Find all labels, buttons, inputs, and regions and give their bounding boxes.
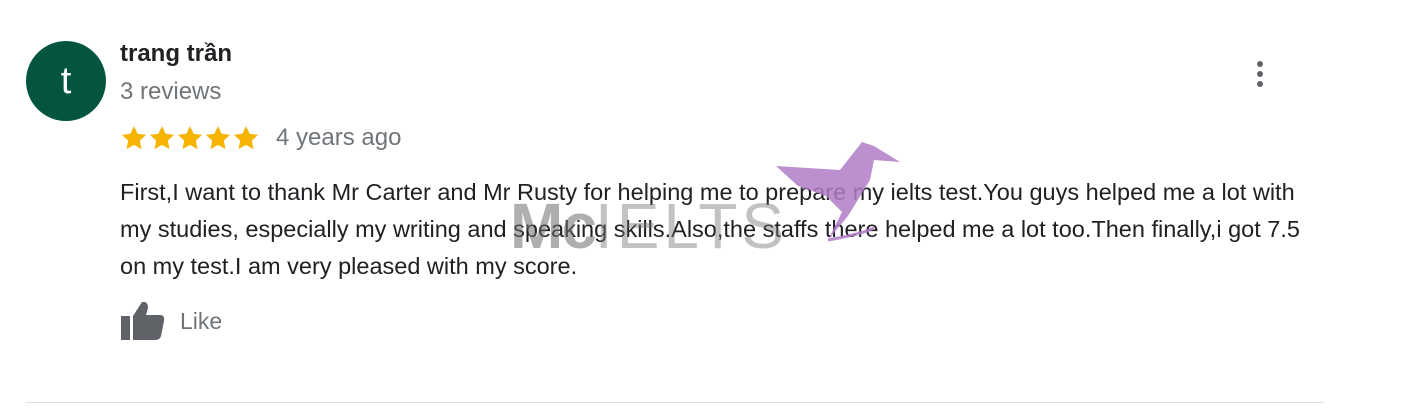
review-date: 4 years ago	[276, 124, 402, 151]
more-vert-icon	[1257, 61, 1263, 67]
review-card: t trang trần 3 reviews 4 years ago First…	[0, 0, 1416, 410]
review-text: First,I want to thank Mr Carter and Mr R…	[120, 179, 1300, 279]
thumbs-up-icon	[121, 301, 165, 340]
star-icon	[149, 126, 175, 150]
review-count: 3 reviews	[120, 78, 222, 105]
rating-row: 4 years ago	[120, 122, 401, 154]
star-rating	[120, 124, 260, 152]
star-icon	[205, 126, 231, 150]
avatar[interactable]: t	[26, 41, 106, 121]
more-vert-icon-dot	[1257, 81, 1263, 87]
like-button[interactable]: Like	[120, 300, 222, 342]
star-icon	[233, 126, 259, 150]
author-name[interactable]: trang trần	[120, 40, 232, 68]
star-icon	[121, 126, 147, 150]
star-icon	[177, 126, 203, 150]
divider	[26, 402, 1324, 403]
more-vert-icon-dot	[1257, 71, 1263, 77]
avatar-letter: t	[60, 60, 72, 102]
like-label: Like	[180, 307, 223, 334]
more-options-button[interactable]	[1244, 54, 1276, 94]
